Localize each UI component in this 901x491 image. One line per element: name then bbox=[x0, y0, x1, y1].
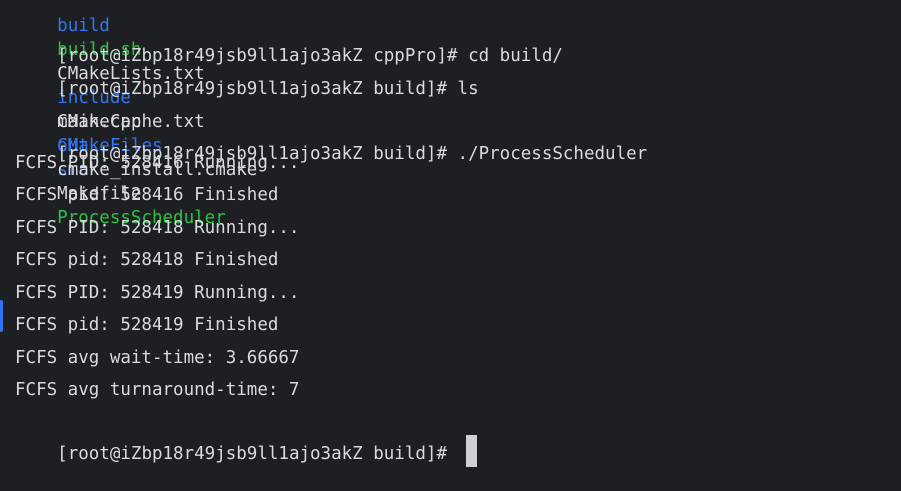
shell-command: ./ProcessScheduler bbox=[457, 144, 648, 164]
terminal-line-ls: [root@iZbp18r49jsb9ll1ajo3akZ build]# ls bbox=[15, 53, 478, 99]
shell-command: ls bbox=[457, 79, 479, 99]
shell-command: cd build/ bbox=[468, 46, 563, 66]
output-line: FCFS pid: 528416 Finished bbox=[15, 185, 279, 205]
terminal-line-run: [root@iZbp18r49jsb9ll1ajo3akZ build]# ./… bbox=[15, 118, 647, 164]
terminal-line-listing-top: build build.sh CMakeLists.txt include ma… bbox=[15, 0, 218, 180]
output-line: FCFS avg turnaround-time: 7 bbox=[15, 380, 300, 400]
terminal-window[interactable]: build build.sh CMakeLists.txt include ma… bbox=[0, 0, 901, 467]
output-line: FCFS pid: 528418 Finished bbox=[15, 250, 279, 270]
gutter-marker bbox=[0, 300, 3, 332]
output-line: FCFS avg wait-time: 3.66667 bbox=[15, 348, 300, 368]
text-cursor bbox=[465, 435, 477, 467]
output-line: FCFS PID: 528418 Running... bbox=[15, 218, 300, 238]
output-line: FCFS PID: 528419 Running... bbox=[15, 283, 300, 303]
terminal-line-cd: [root@iZbp18r49jsb9ll1ajo3akZ cppPro]# c… bbox=[15, 20, 563, 66]
output-line: FCFS PID: 528416 Running... bbox=[15, 153, 300, 173]
output-line: FCFS pid: 528419 Finished bbox=[15, 315, 279, 335]
terminal-line-ls-output: CMakeCache.txt CMakeFiles cmake_install.… bbox=[15, 86, 270, 228]
shell-prompt: [root@iZbp18r49jsb9ll1ajo3akZ build]# bbox=[57, 444, 458, 464]
terminal-line-current[interactable]: [root@iZbp18r49jsb9ll1ajo3akZ build]# bbox=[15, 411, 477, 467]
